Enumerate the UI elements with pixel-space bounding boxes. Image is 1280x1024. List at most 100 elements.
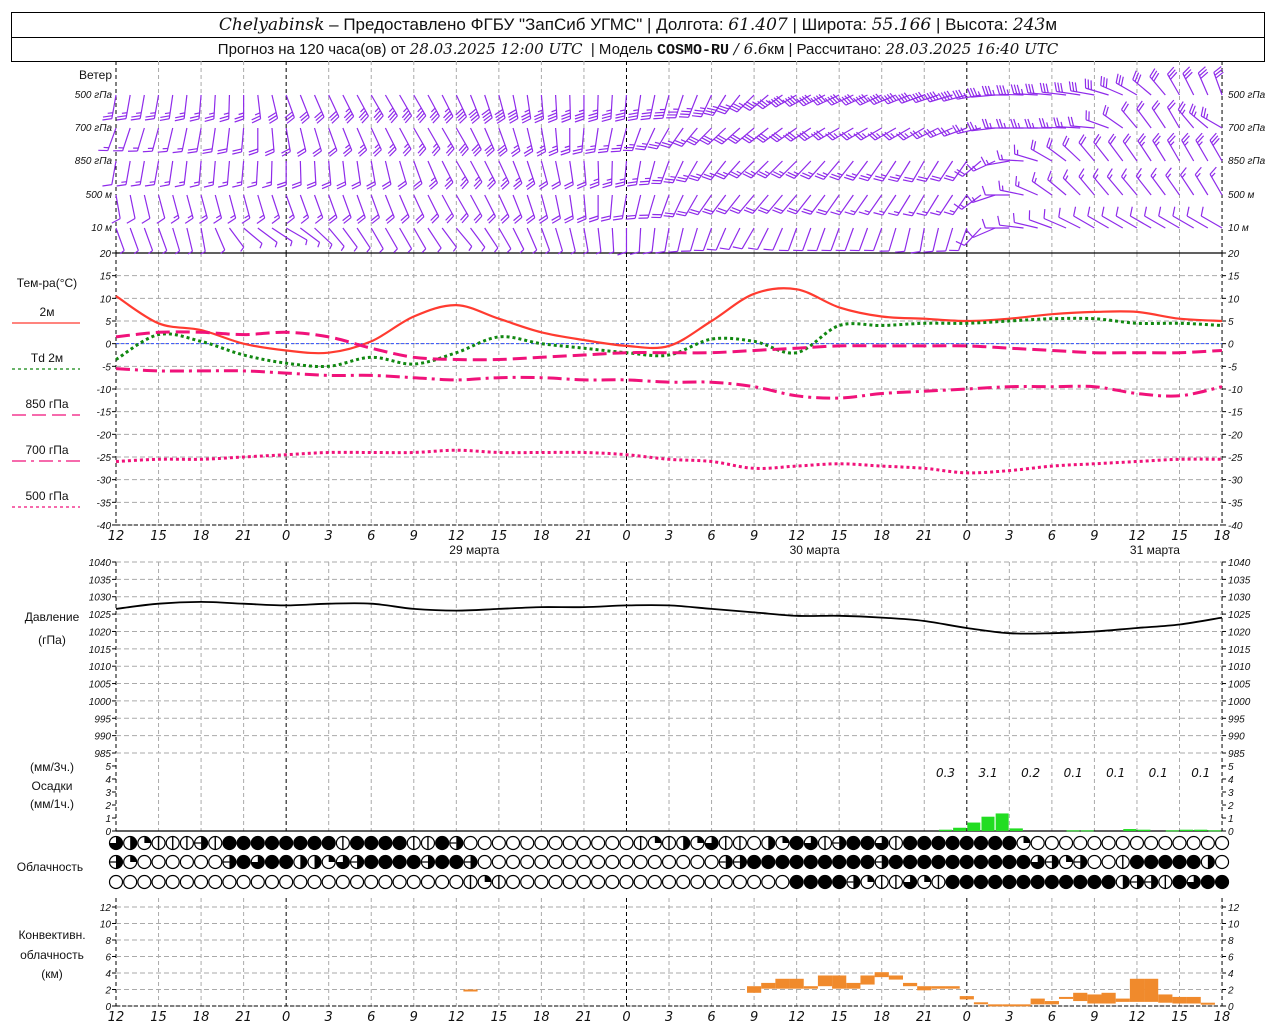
wind-barb-staff <box>1195 139 1209 162</box>
precipitation-tick-label-left: 3 <box>105 788 111 799</box>
cloud-cover-symbol <box>1158 874 1173 890</box>
wind-barb-staff <box>772 227 784 251</box>
wind-barb-half-feather <box>833 132 839 138</box>
cloud-cover-symbol <box>973 854 989 870</box>
wind-barb-half-feather <box>119 250 125 255</box>
wind-barb-half-feather <box>201 214 207 219</box>
wind-barb <box>966 194 996 204</box>
cloud-circle <box>1044 854 1059 870</box>
wind-barb-staff <box>790 127 812 142</box>
cloud-circle <box>321 854 336 870</box>
cloud-cover-symbol <box>307 835 322 851</box>
wind-barb-half-feather <box>709 172 715 176</box>
wind-barb <box>1046 137 1067 162</box>
wind-barb-feather <box>1039 82 1043 93</box>
wind-barb-feather <box>431 145 439 154</box>
cloud-cover-symbol <box>562 874 577 890</box>
wind-barb <box>1031 171 1053 196</box>
wind-barb <box>560 128 571 156</box>
temperature-tick-label-right: 10 <box>1228 294 1240 305</box>
wind-barb <box>336 160 347 190</box>
wind-barb-feather <box>561 112 571 117</box>
cloud-circle <box>179 854 194 870</box>
convective-tick-label-right: 12 <box>1228 903 1240 914</box>
wind-barb-feather <box>729 209 739 214</box>
wind-barb-staff <box>139 160 145 185</box>
wind-barb-feather <box>625 217 636 220</box>
wind-barb-feather <box>431 216 440 224</box>
wind-barb <box>469 160 483 190</box>
convective-cloud-bar <box>1044 1001 1059 1005</box>
cloud-circle <box>874 874 889 890</box>
wind-barb-feather <box>771 133 780 141</box>
cloud-fill <box>960 855 974 869</box>
wind-barb-feather <box>636 145 647 148</box>
cloud-circle <box>520 854 535 870</box>
convective-cloud-bar <box>1144 978 1159 1002</box>
wind-barb <box>111 194 121 224</box>
wind-barb-feather <box>1136 74 1142 84</box>
wind-barb <box>243 227 263 249</box>
wind-barb-feather <box>895 250 905 253</box>
wind-barb-staff <box>766 194 783 214</box>
wind-barb-feather <box>830 211 840 216</box>
wind-barb-staff <box>413 160 423 184</box>
wind-barb-half-feather <box>1122 174 1127 180</box>
wind-barb-staff <box>609 194 613 219</box>
wind-barb-staff <box>915 94 939 104</box>
cloud-fill <box>832 855 846 869</box>
wind-barb <box>144 160 160 187</box>
wind-barb-staff <box>107 127 117 151</box>
cloud-fill <box>988 836 1002 850</box>
wind-barb <box>174 160 188 188</box>
cloud-circle <box>1186 835 1201 851</box>
wind-barb-staff <box>971 127 996 132</box>
cloud-circle <box>534 835 549 851</box>
wind-barb-half-feather <box>121 181 127 183</box>
wind-barb-staff <box>832 127 854 141</box>
wind-barb <box>241 194 251 224</box>
cloud-cover-symbol <box>988 854 1003 870</box>
cloud-circle <box>250 874 265 890</box>
cloud-fill <box>946 836 960 850</box>
cloud-cover-symbol <box>1030 874 1045 890</box>
wind-barb <box>441 127 455 157</box>
wind-barb-feather <box>496 114 505 122</box>
wind-barb-staff <box>512 94 519 119</box>
wind-barb <box>895 227 911 253</box>
wind-barb <box>441 94 454 124</box>
wind-barb-feather <box>331 116 340 124</box>
wind-barb-feather <box>923 93 931 103</box>
time-label-convective: 18 <box>193 1010 210 1024</box>
wind-barb-feather <box>1102 104 1107 115</box>
wind-barb <box>187 127 202 154</box>
cloud-cover-symbol <box>1200 854 1215 870</box>
cloud-cover-symbol <box>108 874 124 890</box>
wind-barb-feather <box>382 183 392 190</box>
wind-barb-feather <box>704 208 714 213</box>
wind-barb-feather <box>909 131 918 140</box>
wind-barb-half-feather <box>606 109 612 112</box>
cloud-circle <box>165 874 180 890</box>
wind-barb <box>1121 168 1138 196</box>
wind-barb <box>715 194 741 215</box>
wind-barb-feather <box>743 103 753 110</box>
wind-barb <box>1078 134 1095 162</box>
wind-barb <box>342 227 358 252</box>
cloud-cover-symbol <box>661 874 677 890</box>
wind-barb-feather <box>916 212 926 217</box>
wind-barb-staff <box>808 160 826 180</box>
cloud-fill <box>960 836 974 850</box>
wind-barb <box>966 121 996 132</box>
wind-barb <box>576 160 587 190</box>
wind-barb-staff <box>157 194 166 219</box>
cloud-fill <box>265 855 279 869</box>
wind-barb <box>441 227 457 252</box>
cloud-circle <box>534 874 549 890</box>
wind-barb-feather <box>1182 66 1191 74</box>
wind-barb-staff <box>1166 106 1181 129</box>
wind-barb <box>356 194 366 224</box>
wind-barb-staff <box>634 194 642 219</box>
cloud-fill <box>861 836 875 850</box>
wind-barb-feather <box>1002 85 1007 95</box>
